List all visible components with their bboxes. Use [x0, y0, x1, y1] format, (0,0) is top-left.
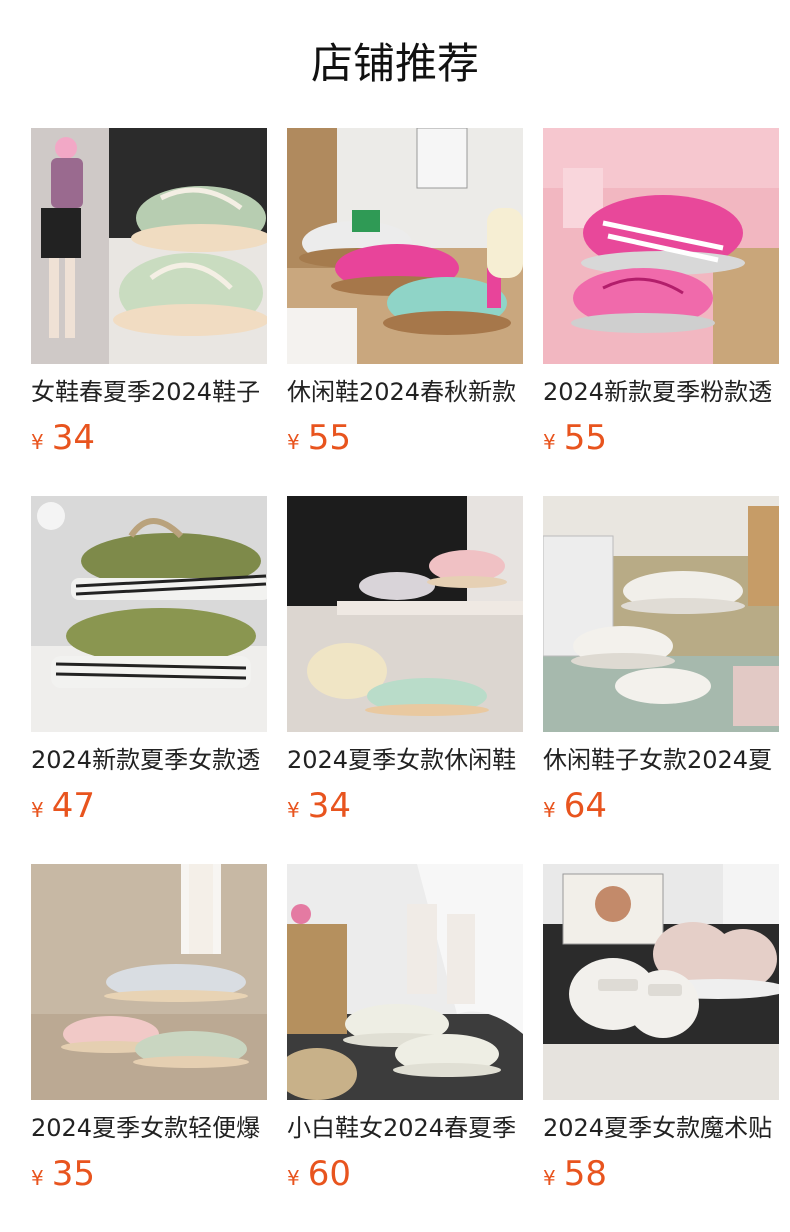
price-amount: 34	[51, 418, 95, 458]
product-price: ¥64	[543, 786, 779, 826]
product-card[interactable]: 2024夏季女款轻便爆 ¥35	[31, 864, 267, 1194]
currency-symbol: ¥	[31, 430, 44, 454]
sneaker-photo-white-pair	[543, 496, 779, 732]
sneaker-photo-colorful-trio	[287, 128, 523, 364]
price-amount: 60	[307, 1154, 351, 1194]
sneaker-photo-grey-pink-trio	[31, 864, 267, 1100]
product-image[interactable]	[543, 128, 779, 364]
product-image[interactable]	[543, 864, 779, 1100]
product-grid: 女鞋春夏季2024鞋子 ¥34 休闲鞋2024春秋新款 ¥ 55 2024新款夏…	[31, 128, 790, 1194]
product-name[interactable]: 2024夏季女款魔术贴	[543, 1112, 779, 1144]
price-amount: 55	[563, 418, 607, 458]
product-card[interactable]: 女鞋春夏季2024鞋子 ¥34	[31, 128, 267, 458]
sneaker-photo-velcro-pair	[543, 864, 779, 1100]
product-card[interactable]: 小白鞋女2024春夏季 ¥60	[287, 864, 523, 1194]
sneaker-photo-green-pair	[31, 128, 267, 364]
product-card[interactable]: 2024夏季女款魔术贴 ¥58	[543, 864, 779, 1194]
product-name[interactable]: 小白鞋女2024春夏季	[287, 1112, 523, 1144]
product-name[interactable]: 休闲鞋2024春秋新款	[287, 376, 523, 408]
sneaker-photo-pastel-display	[287, 496, 523, 732]
product-name[interactable]: 休闲鞋子女款2024夏	[543, 744, 779, 776]
currency-symbol: ¥	[543, 798, 556, 822]
product-image[interactable]	[287, 864, 523, 1100]
product-name[interactable]: 2024新款夏季粉款透	[543, 376, 779, 408]
product-name[interactable]: 女鞋春夏季2024鞋子	[31, 376, 267, 408]
currency-symbol: ¥	[31, 1166, 44, 1190]
product-price: ¥55	[543, 418, 779, 458]
currency-symbol: ¥	[287, 430, 300, 454]
price-amount: 34	[307, 786, 351, 826]
product-image[interactable]	[31, 128, 267, 364]
product-price: ¥55	[287, 418, 523, 458]
section-title: 店铺推荐	[310, 39, 479, 88]
product-image[interactable]	[31, 496, 267, 732]
currency-symbol: ¥	[287, 1166, 300, 1190]
product-name[interactable]: 2024夏季女款休闲鞋	[287, 744, 523, 776]
product-card[interactable]: 休闲鞋2024春秋新款 ¥55	[287, 128, 523, 458]
product-image[interactable]	[543, 496, 779, 732]
product-name[interactable]: 2024新款夏季女款透	[31, 744, 267, 776]
product-price: ¥35	[31, 1154, 267, 1194]
sneaker-photo-pink-pair	[543, 128, 779, 364]
currency-symbol: ¥	[287, 798, 300, 822]
product-image[interactable]	[287, 496, 523, 732]
product-name[interactable]: 2024夏季女款轻便爆	[31, 1112, 267, 1144]
sneaker-photo-white-worn	[287, 864, 523, 1100]
product-price: ¥34	[287, 786, 523, 826]
currency-symbol: ¥	[543, 430, 556, 454]
recommendation-page: 店铺推荐 女鞋春夏季2024鞋子 ¥ 34 休闲鞋2024春秋新款 ¥ 55 2…	[0, 0, 790, 1232]
sneaker-photo-olive-canvas	[31, 496, 267, 732]
price-amount: 64	[563, 786, 607, 826]
price-amount: 55	[307, 418, 351, 458]
product-image[interactable]	[31, 864, 267, 1100]
product-card[interactable]: 2024新款夏季粉款透 ¥55	[543, 128, 779, 458]
product-card[interactable]: 休闲鞋子女款2024夏 ¥64	[543, 496, 779, 826]
product-card[interactable]: 2024新款夏季女款透 ¥47	[31, 496, 267, 826]
product-price: ¥60	[287, 1154, 523, 1194]
product-price: ¥58	[543, 1154, 779, 1194]
price-amount: 47	[51, 786, 95, 826]
price-amount: 35	[51, 1154, 95, 1194]
product-price: ¥34	[31, 418, 267, 458]
product-price: ¥47	[31, 786, 267, 826]
currency-symbol: ¥	[543, 1166, 556, 1190]
product-image[interactable]	[287, 128, 523, 364]
currency-symbol: ¥	[31, 798, 44, 822]
price-amount: 58	[563, 1154, 607, 1194]
product-card[interactable]: 2024夏季女款休闲鞋 ¥34	[287, 496, 523, 826]
